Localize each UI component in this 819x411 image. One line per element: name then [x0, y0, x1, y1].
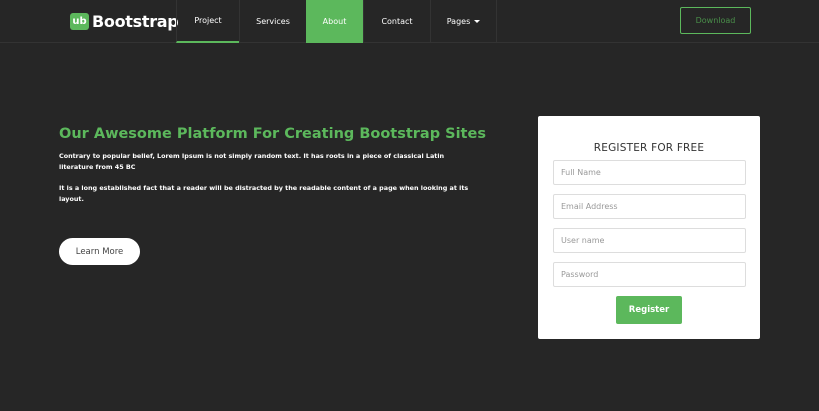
navbar: ub Bootstrap Project Services About Cont…	[0, 0, 819, 43]
download-button[interactable]: Download	[680, 7, 751, 34]
nav-item-label: Contact	[381, 17, 413, 26]
nav-item-services[interactable]: Services	[239, 0, 306, 43]
learn-more-button[interactable]: Learn More	[59, 238, 140, 265]
password-input[interactable]	[553, 262, 746, 287]
hero-title: Our Awesome Platform For Creating Bootst…	[59, 126, 486, 142]
hero-paragraph-1: Contrary to popular belief, Lorem Ipsum …	[59, 152, 445, 171]
nav-item-label: About	[322, 17, 347, 26]
nav-item-label: Project	[194, 16, 222, 25]
nav-item-label: Services	[256, 17, 290, 26]
nav-item-project[interactable]: Project	[176, 0, 239, 43]
register-title: REGISTER FOR FREE	[593, 142, 705, 154]
brand-badge-icon: ub	[70, 12, 89, 30]
email-input[interactable]	[553, 194, 746, 219]
nav-item-about[interactable]: About	[306, 0, 363, 43]
brand-name: Bootstrap	[92, 11, 179, 31]
nav-item-contact[interactable]: Contact	[363, 0, 430, 43]
caret-down-icon	[474, 20, 481, 23]
username-input[interactable]	[553, 228, 746, 253]
nav-item-label: Pages	[446, 17, 471, 26]
hero-paragraph-2: It is a long established fact that a rea…	[59, 184, 469, 203]
full-name-input[interactable]	[553, 160, 746, 185]
brand-logo[interactable]: ub Bootstrap	[70, 10, 179, 32]
register-card: REGISTER FOR FREE Register	[538, 116, 760, 339]
nav-divider	[496, 0, 497, 43]
nav-item-pages[interactable]: Pages	[430, 0, 496, 43]
register-button[interactable]: Register	[616, 296, 682, 324]
